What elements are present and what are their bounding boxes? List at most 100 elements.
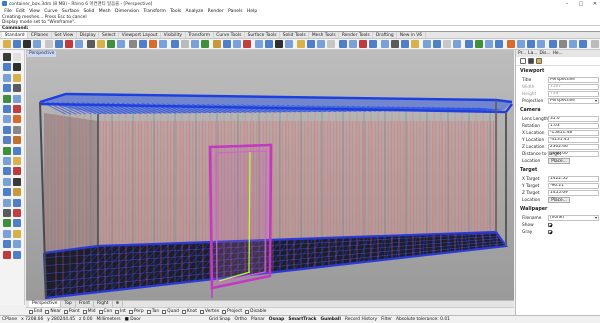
toolbar-tool-icon[interactable] [495, 40, 503, 48]
toolbar-tool-icon[interactable] [181, 40, 189, 48]
tab-curve-tools[interactable]: Curve Tools [214, 32, 246, 38]
osnap-cen[interactable]: Cen [98, 309, 112, 314]
osnap-checkbox[interactable] [128, 309, 133, 314]
status-units[interactable]: Millimeters [97, 317, 121, 322]
palette-tool-icon[interactable] [13, 167, 21, 176]
tab-cplanes[interactable]: CPlanes [28, 32, 52, 38]
osnap-int[interactable]: Int [115, 309, 126, 314]
palette-tool-icon[interactable] [3, 240, 11, 249]
palette-tool-icon[interactable] [3, 53, 11, 61]
minimize-button[interactable]: – [560, 0, 574, 8]
toolbar-tool-icon[interactable] [569, 40, 577, 48]
menu-help[interactable]: Help [245, 9, 260, 14]
toolbar-tool-icon[interactable] [55, 40, 63, 48]
toolbar-tool-icon[interactable] [45, 40, 53, 48]
palette-tool-icon[interactable] [13, 198, 21, 207]
osnap-checkbox[interactable] [63, 309, 68, 314]
toolbar-tool-icon[interactable] [369, 40, 377, 48]
title-field[interactable]: Perspective [548, 77, 599, 83]
door-frame[interactable] [208, 143, 273, 298]
osnap-tan[interactable]: Tan [146, 309, 159, 314]
x-target-field[interactable]: 1422.55 [548, 176, 599, 182]
toolbar-tool-icon[interactable] [117, 40, 125, 48]
light-page-icon[interactable] [536, 58, 542, 64]
menu-render[interactable]: Render [205, 9, 225, 14]
osnap-checkbox[interactable] [98, 309, 103, 314]
toolbar-tool-icon[interactable] [13, 40, 21, 48]
osnap-checkbox[interactable] [29, 309, 33, 314]
maximize-button[interactable]: □ [574, 0, 588, 8]
menu-analyze[interactable]: Analyze [183, 9, 205, 14]
toolbar-tool-icon[interactable] [233, 40, 241, 48]
toolbar-tool-icon[interactable] [485, 40, 493, 48]
toolbar-tool-icon[interactable] [23, 40, 31, 48]
tab-help[interactable]: He... [553, 51, 563, 56]
toolbar-tool-icon[interactable] [275, 40, 283, 48]
tab-set-view[interactable]: Set View [52, 32, 77, 38]
palette-tool-icon[interactable] [13, 136, 21, 145]
toolbar-tool-icon[interactable] [129, 40, 137, 48]
toolbar-tool-icon[interactable] [3, 40, 11, 48]
menu-transform[interactable]: Transform [141, 9, 168, 14]
toolbar-tool-icon[interactable] [475, 40, 483, 48]
tab-select[interactable]: Select [99, 32, 120, 38]
viewport-title[interactable]: Perspective [27, 51, 57, 57]
tab-properties[interactable]: Pr... [518, 51, 526, 56]
toggle-planar[interactable]: Planar [251, 317, 265, 322]
toolbar-tool-icon[interactable] [381, 40, 389, 48]
y-target-field[interactable]: -96.21 [548, 183, 599, 189]
toolbar-tool-icon[interactable] [549, 40, 557, 48]
palette-tool-icon[interactable] [3, 146, 11, 155]
toolbar-tool-icon[interactable] [149, 40, 157, 48]
tab-mesh-tools[interactable]: Mesh Tools [309, 32, 340, 38]
toolbar-tool-icon[interactable] [75, 40, 83, 48]
wallpaper-filename-dropdown[interactable]: (none) [548, 215, 599, 221]
target-place-button[interactable]: Place... [548, 197, 570, 203]
palette-tool-icon[interactable] [13, 188, 21, 197]
menu-tools[interactable]: Tools [168, 9, 183, 14]
toolbar-tool-icon[interactable] [65, 40, 73, 48]
palette-tool-icon[interactable] [13, 125, 21, 134]
toolbar-tool-icon[interactable] [97, 40, 105, 48]
menu-curve[interactable]: Curve [42, 9, 60, 14]
tab-render-tools[interactable]: Render Tools [339, 32, 374, 38]
osnap-checkbox[interactable] [115, 309, 120, 314]
osnap-near[interactable]: Near [45, 309, 61, 314]
toolbar-tool-icon[interactable] [107, 40, 115, 48]
z-location-field[interactable]: 2302.46 [548, 144, 599, 150]
tab-layers[interactable]: La... [528, 51, 537, 56]
toolbar-tool-icon[interactable] [265, 40, 273, 48]
toggle-filter[interactable]: Filter [381, 317, 392, 322]
palette-tool-icon[interactable] [3, 115, 11, 124]
osnap-quad[interactable]: Quad [162, 309, 179, 314]
toolbar-tool-icon[interactable] [349, 40, 357, 48]
toolbar-tool-icon[interactable] [139, 40, 147, 48]
wallpaper-gray-checkbox[interactable] [548, 230, 552, 234]
rotation-field[interactable]: 1.03 [548, 123, 599, 129]
toolbar-tool-icon[interactable] [307, 40, 315, 48]
toggle-ortho[interactable]: Ortho [234, 317, 246, 322]
palette-tool-icon[interactable] [3, 125, 11, 134]
osnap-disable[interactable]: Disable [245, 309, 266, 314]
menu-view[interactable]: View [27, 9, 42, 14]
lens-length-field[interactable]: 35.0 [548, 116, 599, 122]
menu-panels[interactable]: Panels [226, 9, 245, 14]
osnap-checkbox[interactable] [181, 309, 186, 314]
menu-mesh[interactable]: Mesh [97, 9, 113, 14]
projection-dropdown[interactable]: Perspective [548, 98, 599, 104]
palette-tool-icon[interactable] [3, 229, 11, 238]
palette-tool-icon[interactable] [13, 53, 21, 61]
palette-tool-icon[interactable] [3, 105, 11, 113]
palette-tool-icon[interactable] [13, 73, 21, 82]
palette-tool-icon[interactable] [3, 136, 11, 145]
toolbar-tool-icon[interactable] [359, 40, 367, 48]
tab-display[interactable]: Dis... [540, 51, 551, 56]
osnap-checkbox[interactable] [245, 309, 250, 314]
toggle-record-history[interactable]: Record History [345, 317, 377, 322]
palette-tool-icon[interactable] [3, 167, 11, 176]
palette-tool-icon[interactable] [13, 157, 21, 165]
toggle-gumball[interactable]: Gumball [320, 317, 340, 322]
toolbar-tool-icon[interactable] [255, 40, 263, 48]
tab-standard[interactable]: Standard [2, 32, 29, 38]
toolbar-tool-icon[interactable] [433, 40, 441, 48]
